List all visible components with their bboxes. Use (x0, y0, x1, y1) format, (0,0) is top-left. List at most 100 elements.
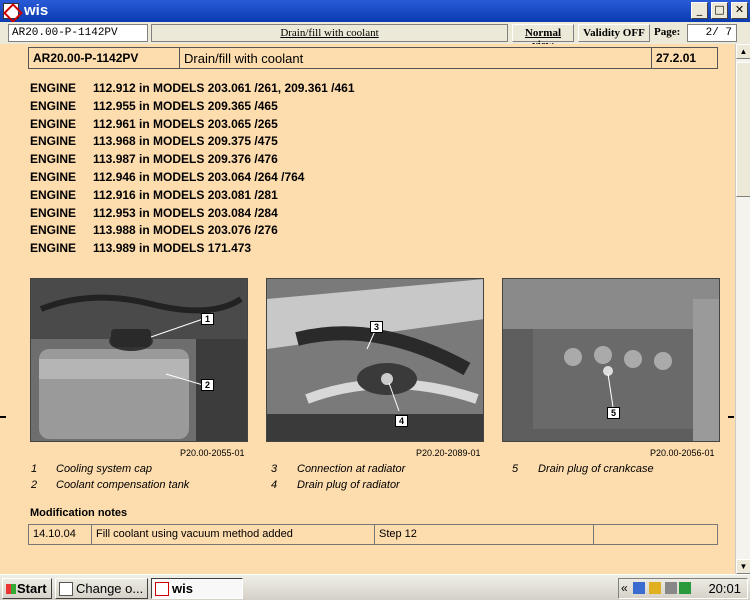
system-tray: « 20:01 (618, 578, 748, 599)
figure-radiator-photo: 3 4 (266, 278, 484, 442)
taskbar-item-label: wis (172, 581, 193, 596)
figure-crankcase-photo: 5 (502, 278, 720, 442)
engine-row: ENGINE 112.946 in MODELS 203.064 /264 /76… (30, 170, 355, 188)
toolbar: AR20.00-P-1142PV Drain/fill with coolant… (0, 22, 750, 51)
engine-label: ENGINE (30, 116, 77, 131)
printer-icon[interactable] (665, 582, 677, 594)
callout-3: 3 (370, 321, 383, 333)
modification-table: 14.10.04 Fill coolant using vacuum metho… (28, 524, 718, 545)
sync-icon[interactable] (679, 582, 691, 594)
network-icon[interactable] (633, 582, 645, 594)
mod-step-cell: Step 12 (379, 528, 417, 540)
wis-app-icon (155, 582, 169, 596)
mod-text-cell: Fill coolant using vacuum method added (96, 528, 293, 540)
callout-2: 2 (201, 379, 214, 391)
engine-label: ENGINE (30, 98, 77, 113)
close-button[interactable]: ✕ (731, 2, 748, 19)
legend-number: 5 (512, 463, 519, 475)
page-label: Page: (654, 26, 681, 38)
engine-label: ENGINE (30, 81, 77, 95)
doc-title-field: Drain/fill with coolant (151, 24, 508, 42)
legend-number: 3 (271, 463, 278, 475)
validity-button[interactable]: Validity OFF (578, 24, 650, 42)
engine-label: ENGINE (30, 169, 77, 184)
start-button[interactable]: Start (2, 578, 52, 599)
taskbar: Start Change o... wis « 20:01 (0, 574, 750, 600)
left-edge-marker (0, 416, 6, 418)
header-date: 27.2.01 (656, 51, 697, 65)
engine-row: ENGINE 112.912 in MODELS 203.061 /261, 20… (30, 81, 355, 99)
figure-code: P20.00-2056-01 (650, 448, 715, 458)
engine-models: 113.989 in MODELS 171.473 (93, 241, 252, 256)
engine-models: 112.946 in MODELS 203.064 /264 /764 (93, 169, 305, 184)
modification-notes-title: Modification notes (30, 507, 128, 519)
engine-models: 113.987 in MODELS 209.376 /476 (93, 152, 278, 167)
engine-row: ENGINE 112.961 in MODELS 203.065 /265 (30, 117, 355, 135)
legend-item: Coolant compensation tank (56, 479, 190, 491)
legend-number: 2 (31, 479, 38, 491)
document-icon (59, 582, 73, 596)
scroll-down-arrow-icon[interactable]: ▼ (736, 559, 750, 574)
coolant-tank-illustration (31, 279, 247, 441)
radiator-illustration (267, 279, 483, 441)
engine-row: ENGINE 112.955 in MODELS 209.365 /465 (30, 99, 355, 117)
engine-models: 113.968 in MODELS 209.375 /475 (93, 134, 278, 149)
page-field[interactable]: 2/ 7 (687, 24, 737, 42)
scroll-up-arrow-icon[interactable]: ▲ (736, 44, 750, 59)
legend-item: Drain plug of radiator (297, 479, 400, 491)
maximize-button[interactable]: □ (711, 2, 728, 19)
legend-item: Cooling system cap (56, 463, 152, 475)
engine-models: 112.961 in MODELS 203.065 /265 (93, 116, 278, 131)
engine-label: ENGINE (30, 241, 77, 256)
legend-number: 1 (31, 463, 38, 475)
clock: 20:01 (708, 581, 741, 596)
tray-expand-chevron[interactable]: « (621, 581, 628, 595)
engine-label: ENGINE (30, 205, 77, 220)
window-title: wis (24, 2, 49, 19)
taskbar-item-label: Change o... (76, 581, 144, 596)
normal-view-button[interactable]: Normal view (512, 24, 574, 51)
engine-models: 112.916 in MODELS 203.081 /281 (93, 187, 278, 202)
wis-app-icon (3, 3, 19, 19)
engine-models: 112.953 in MODELS 203.084 /284 (93, 205, 278, 220)
taskbar-item-change[interactable]: Change o... (55, 578, 148, 599)
engine-label: ENGINE (30, 223, 77, 238)
engine-models: 112.955 in MODELS 209.365 /465 (93, 98, 278, 113)
header-title: Drain/fill with coolant (184, 51, 304, 66)
callout-4: 4 (395, 415, 408, 427)
windows-flag-icon (6, 584, 16, 594)
start-label: Start (17, 581, 47, 596)
engine-label: ENGINE (30, 187, 77, 202)
mod-date-cell: 14.10.04 (33, 528, 76, 540)
warning-icon[interactable] (649, 582, 661, 594)
document-content: AR20.00-P-1142PV Drain/fill with coolant… (0, 44, 735, 574)
figure-code: P20.20-2089-01 (416, 448, 481, 458)
engine-models: 113.988 in MODELS 203.076 /276 (93, 223, 278, 238)
vertical-scrollbar[interactable]: ▲ ▼ (735, 44, 750, 574)
legend-number: 4 (271, 479, 278, 491)
engine-row: ENGINE 113.968 in MODELS 209.375 /475 (30, 134, 355, 152)
mod-extra-cell (594, 525, 717, 544)
figure-coolant-tank-photo: 1 2 (30, 278, 248, 442)
doc-header-table: AR20.00-P-1142PV Drain/fill with coolant… (28, 47, 718, 69)
scroll-thumb[interactable] (736, 62, 750, 197)
taskbar-item-wis[interactable]: wis (151, 578, 243, 599)
engine-list: ENGINE 112.912 in MODELS 203.061 /261, 20… (30, 81, 355, 259)
engine-row: ENGINE 112.953 in MODELS 203.084 /284 (30, 206, 355, 224)
engine-label: ENGINE (30, 152, 77, 167)
engine-models: 112.912 in MODELS 203.061 /261, 209.361 … (93, 81, 355, 95)
header-doc-id: AR20.00-P-1142PV (33, 51, 139, 65)
engine-row: ENGINE 113.988 in MODELS 203.076 /276 (30, 223, 355, 241)
minimize-button[interactable]: _ (691, 2, 708, 19)
legend-item: Connection at radiator (297, 463, 406, 475)
engine-label: ENGINE (30, 134, 77, 149)
figure-code: P20.00-2055-01 (180, 448, 245, 458)
title-bar: wis _ □ ✕ (0, 0, 750, 22)
engine-row: ENGINE 112.916 in MODELS 203.081 /281 (30, 188, 355, 206)
callout-5: 5 (607, 407, 620, 419)
doc-id-field[interactable]: AR20.00-P-1142PV (8, 24, 148, 42)
callout-1: 1 (201, 313, 214, 325)
engine-row: ENGINE 113.989 in MODELS 171.473 (30, 241, 355, 259)
right-edge-marker (728, 416, 734, 418)
legend-item: Drain plug of crankcase (538, 463, 654, 475)
